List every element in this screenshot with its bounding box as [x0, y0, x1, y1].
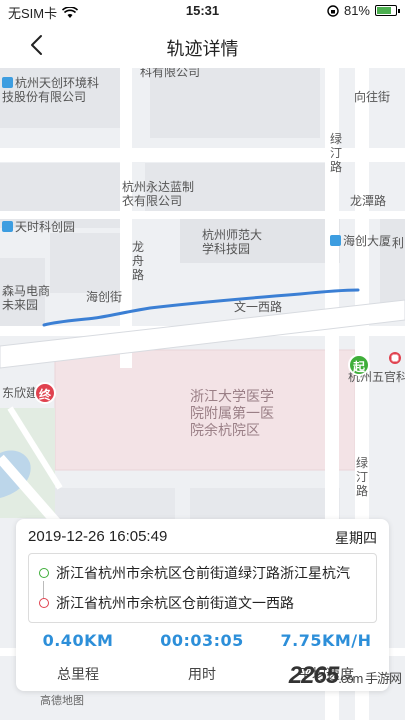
stat-duration-label: 用时: [188, 666, 216, 682]
start-dot-icon: [39, 568, 49, 578]
start-marker[interactable]: 起: [348, 354, 370, 376]
rotation-lock-icon: [327, 4, 339, 17]
watermark-brand: 2265: [288, 662, 339, 689]
map-label-tianchuang: 杭州天创环境科 技股份有限公司: [2, 76, 100, 104]
end-dot-icon: [39, 598, 49, 608]
map-label-wenyixilu: 文一西路: [234, 300, 283, 314]
stat-distance-value: 0.40KM: [42, 631, 114, 650]
battery-icon: [375, 5, 400, 16]
address-box: 浙江省杭州市余杭区仓前街道绿汀路浙江星杭汽 浙江省杭州市余杭区仓前街道文一西路: [28, 553, 377, 623]
watermark-suffix: .com 手游网: [338, 671, 402, 686]
map-label-haichuang: 海创大厦: [330, 234, 391, 248]
map-label-haichuangjie: 海创街: [86, 290, 123, 304]
map-label-lvtinglu-bottom: 绿汀路: [356, 456, 369, 498]
trip-weekday: 星期四: [335, 530, 377, 546]
stat-distance: 0.40KM 总里程: [16, 631, 140, 684]
amap-logo: 高德地图: [40, 695, 84, 707]
map-label-yongda: 杭州永达蓝制 衣有限公司: [122, 180, 195, 208]
map-label-hospital: 浙江大学医学 院附属第一医 院余杭院区: [190, 388, 274, 438]
page-title: 轨迹详情: [166, 39, 239, 59]
map-label-longtanlu: 龙潭路: [350, 194, 387, 208]
start-address-row: 浙江省杭州市余杭区仓前街道绿汀路浙江星杭汽: [29, 558, 376, 588]
map-label-shifan: 杭州师范大 学科技园: [202, 228, 263, 256]
stat-duration: 00:03:05 用时: [140, 631, 264, 684]
end-address-row: 浙江省杭州市余杭区仓前街道文一西路: [29, 588, 376, 618]
status-bar: 无SIM卡 15:31 81%: [0, 0, 405, 22]
map-label-lvtinglu-top: 绿汀路: [330, 132, 343, 174]
stat-distance-label: 总里程: [57, 666, 99, 682]
watermark-logo: 2265.com 手游网: [288, 662, 402, 690]
nav-bar: 轨迹详情: [0, 22, 405, 68]
map-label-li: 利: [392, 236, 405, 250]
map-label-longzhoulu: 龙舟路: [132, 240, 145, 282]
end-marker[interactable]: 终: [34, 382, 56, 404]
status-right: 81%: [327, 3, 400, 18]
map-label-xiangwangjie: 向往街: [354, 90, 391, 104]
map-label-keji: 科有限公司: [140, 68, 201, 79]
start-address: 浙江省杭州市余杭区仓前街道绿汀路浙江星杭汽: [56, 565, 350, 581]
end-address: 浙江省杭州市余杭区仓前街道文一西路: [56, 595, 294, 611]
stat-speed-value: 7.75KM/H: [280, 631, 372, 650]
map-label-senma: 森马电商 未来园: [2, 284, 51, 312]
trip-datetime: 2019-12-26 16:05:49: [28, 528, 168, 545]
stat-duration-value: 00:03:05: [160, 631, 244, 650]
battery-percent: 81%: [343, 3, 370, 18]
map-label-tianshi: 天时科创园: [2, 220, 75, 234]
